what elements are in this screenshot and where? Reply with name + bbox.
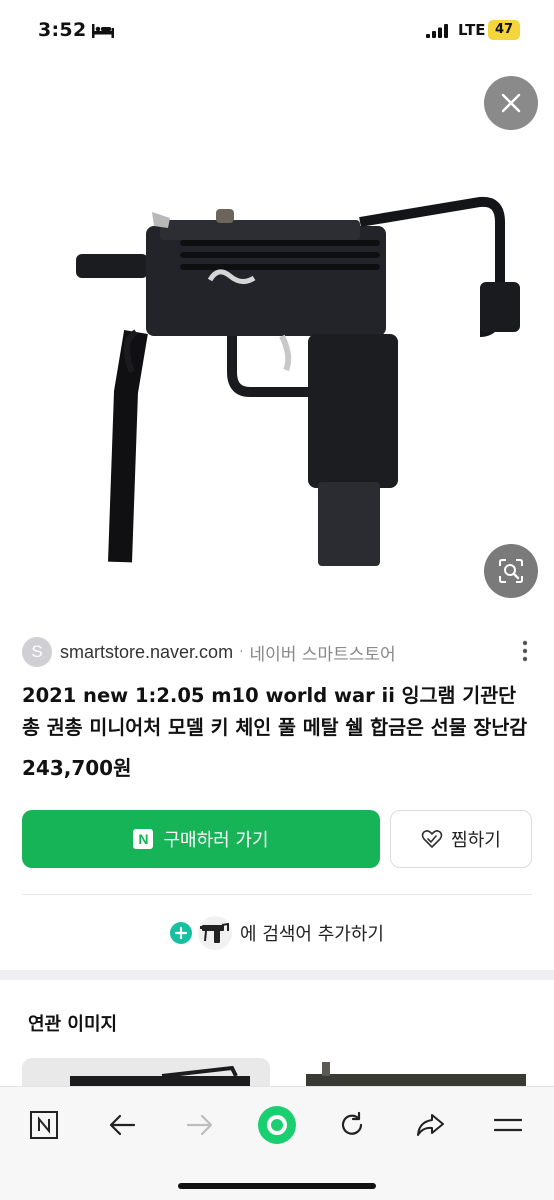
home-green-icon	[258, 1106, 296, 1144]
add-search-label: 에 검색어 추가하기	[240, 924, 384, 945]
back-arrow-icon	[109, 1114, 136, 1136]
signal-icon	[426, 24, 448, 38]
product-image	[76, 196, 520, 566]
product-title[interactable]: 2021 new 1:2.05 m10 world war ii 잉그램 기관단…	[22, 680, 532, 744]
menu-button[interactable]	[490, 1107, 526, 1143]
forward-arrow-icon	[186, 1114, 213, 1136]
naver-n-icon	[30, 1111, 58, 1139]
green-dot-button[interactable]	[256, 1104, 298, 1146]
heart-check-icon	[421, 830, 443, 848]
status-bar: 3:52 LTE 47	[0, 0, 554, 62]
menu-icon	[494, 1118, 522, 1132]
add-search-keyword[interactable]: 에 검색어 추가하기	[0, 910, 554, 956]
refresh-button[interactable]	[334, 1107, 370, 1143]
image-search-icon	[499, 559, 523, 583]
forward-button[interactable]	[182, 1107, 218, 1143]
naver-home-button[interactable]	[26, 1107, 62, 1143]
source-domain[interactable]: smartstore.naver.com	[60, 642, 233, 663]
share-icon	[417, 1114, 444, 1136]
plus-icon	[170, 922, 193, 944]
related-images-title: 연관 이미지	[28, 1014, 118, 1035]
source-avatar: S	[22, 637, 52, 667]
naver-pay-badge: N	[133, 829, 154, 849]
buy-button-label: 구매하러 가기	[163, 830, 269, 851]
close-button[interactable]	[484, 76, 538, 130]
section-divider	[0, 970, 554, 980]
bed-icon	[92, 24, 114, 38]
wishlist-button[interactable]: 찜하기	[390, 810, 532, 868]
image-search-button[interactable]	[484, 544, 538, 598]
buy-button[interactable]: N 구매하러 가기	[22, 810, 380, 868]
source-row[interactable]: S smartstore.naver.com · 네이버 스마트스토어	[22, 636, 542, 668]
close-icon	[501, 93, 521, 113]
refresh-icon	[341, 1111, 363, 1135]
network-type: LTE	[458, 21, 486, 39]
battery-level: 47	[488, 20, 520, 40]
source-separator: ·	[239, 644, 244, 660]
back-button[interactable]	[104, 1107, 140, 1143]
search-thumbnail	[198, 916, 233, 950]
divider	[22, 894, 532, 895]
status-time: 3:52	[38, 19, 87, 41]
wishlist-label: 찜하기	[451, 830, 501, 851]
share-button[interactable]	[412, 1107, 448, 1143]
browser-toolbar	[0, 1086, 554, 1200]
home-indicator	[178, 1183, 376, 1189]
product-price: 243,700원	[22, 756, 132, 780]
source-site-name: 네이버 스마트스토어	[249, 644, 396, 665]
product-image-viewer[interactable]	[0, 62, 554, 612]
more-vertical-icon[interactable]	[520, 638, 530, 664]
